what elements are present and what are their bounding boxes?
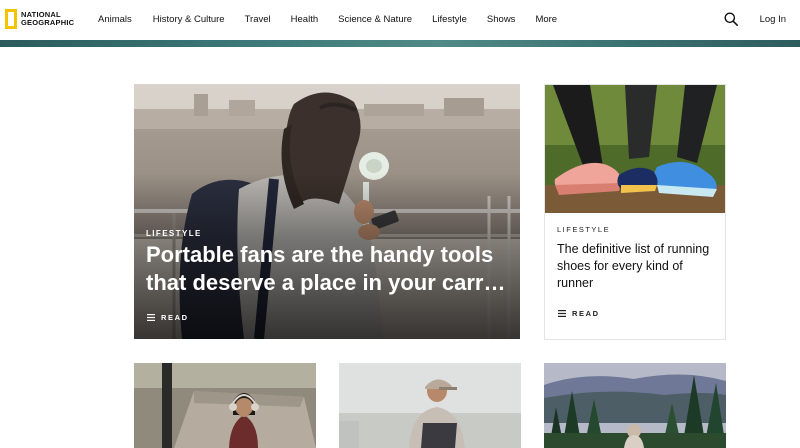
hero-read-link[interactable]: READ	[147, 313, 189, 322]
article-thumbnail-1[interactable]	[134, 363, 316, 448]
yellow-frame-logo-icon	[5, 9, 17, 29]
hero-headline[interactable]: Portable fans are the handy tools that d…	[146, 241, 512, 297]
side-card-headline[interactable]: The definitive list of running shoes for…	[557, 241, 717, 292]
side-card-read-label: READ	[572, 309, 600, 318]
side-card-read-link[interactable]: READ	[558, 309, 600, 318]
article-thumbnail-3[interactable]	[544, 363, 726, 448]
search-icon[interactable]	[724, 12, 738, 26]
nav-more[interactable]: More	[535, 14, 557, 25]
header-image-strip	[0, 40, 800, 47]
nav-health[interactable]: Health	[291, 14, 318, 25]
header-actions: Log In	[724, 12, 786, 26]
national-geographic-logo[interactable]: NATIONAL GEOGRAPHIC	[5, 9, 74, 29]
list-icon	[147, 314, 155, 321]
hero-category[interactable]: LIFESTYLE	[146, 229, 202, 238]
hero-headline-line-1: Portable fans are the handy tools	[146, 242, 494, 267]
hero-article-card[interactable]: LIFESTYLE Portable fans are the handy to…	[134, 84, 520, 339]
nav-shows[interactable]: Shows	[487, 14, 516, 25]
nav-history-culture[interactable]: History & Culture	[153, 14, 225, 25]
main-nav: Animals History & Culture Travel Health …	[98, 14, 557, 25]
running-shoes-photo	[545, 85, 725, 213]
woman-with-headphones-photo	[134, 363, 316, 448]
login-link[interactable]: Log In	[760, 14, 786, 25]
nav-lifestyle[interactable]: Lifestyle	[432, 14, 467, 25]
hero-read-label: READ	[161, 313, 189, 322]
nav-science-nature[interactable]: Science & Nature	[338, 14, 412, 25]
forest-mountain-photo	[544, 363, 726, 448]
article-thumbnail-2[interactable]	[339, 363, 521, 448]
site-header: NATIONAL GEOGRAPHIC Animals History & Cu…	[0, 0, 800, 40]
running-shoes-article-card[interactable]: LIFESTYLE The definitive list of running…	[544, 84, 726, 340]
side-card-category[interactable]: LIFESTYLE	[557, 225, 610, 234]
logo-line-2: GEOGRAPHIC	[21, 18, 75, 27]
hero-headline-line-2: that deserve a place in your carr…	[146, 270, 506, 295]
nav-animals[interactable]: Animals	[98, 14, 132, 25]
hiker-crouching-photo	[339, 363, 521, 448]
list-icon	[558, 310, 566, 317]
hero-gradient-overlay	[134, 84, 520, 339]
nav-travel[interactable]: Travel	[245, 14, 271, 25]
logo-wordmark: NATIONAL GEOGRAPHIC	[21, 11, 74, 27]
